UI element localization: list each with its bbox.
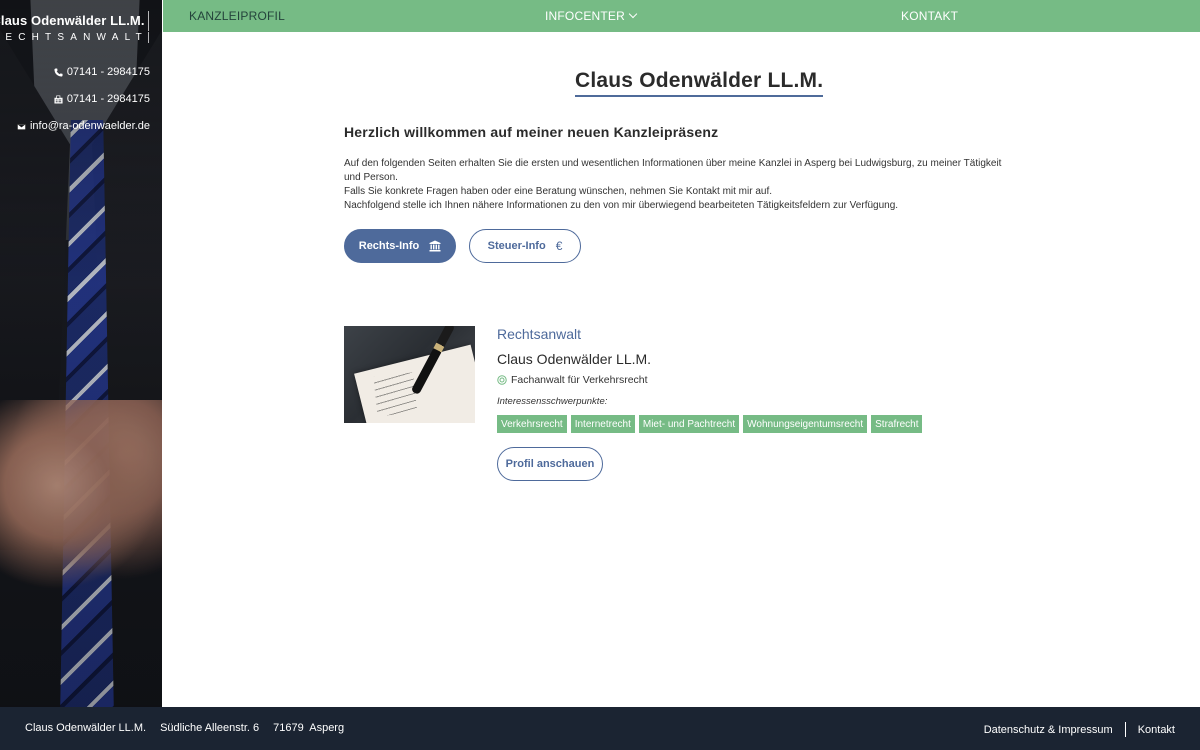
nav-kontakt[interactable]: KONTAKT xyxy=(901,9,958,23)
intro-paragraph-2: Falls Sie konkrete Fragen haben oder ein… xyxy=(344,186,773,197)
rechts-info-button[interactable]: Rechts-Info xyxy=(344,229,456,263)
main-content: Claus Odenwälder LL.M. Herzlich willkomm… xyxy=(163,32,1200,707)
tag-wohnungseigentumsrecht[interactable]: Wohnungseigentumsrecht xyxy=(743,415,868,433)
footer: Claus Odenwälder LL.M. Südliche Alleenst… xyxy=(0,707,1200,750)
intro-paragraph-1: Auf den folgenden Seiten erhalten Sie di… xyxy=(344,158,1002,183)
nav-kanzleiprofil[interactable]: KANZLEIPROFIL xyxy=(189,9,285,23)
chevron-down-icon xyxy=(628,9,638,19)
email-contact[interactable]: info@ra-odenwaelder.de xyxy=(17,120,150,132)
phone-icon xyxy=(54,67,63,77)
tag-strafrecht[interactable]: Strafrecht xyxy=(871,415,923,433)
page-title: Claus Odenwälder LL.M. xyxy=(575,69,824,97)
tag-internetrecht[interactable]: Internetrecht xyxy=(570,415,635,433)
award-icon xyxy=(497,375,507,385)
phone-number: 07141 - 2984175 xyxy=(66,66,150,78)
rechts-info-label: Rechts-Info xyxy=(358,240,420,252)
sidebar-background-shade xyxy=(0,0,162,707)
interest-tags: Verkehrsrecht Internetrecht Miet- und Pa… xyxy=(497,415,923,433)
profile-image-writing xyxy=(373,372,418,417)
steuer-info-button[interactable]: Steuer-Info € xyxy=(469,229,581,263)
profile-name: Claus Odenwälder LL.M. xyxy=(497,351,652,367)
profile-image[interactable] xyxy=(344,326,475,423)
brand-logo[interactable]: Claus Odenwälder LL.M. RECHTSANWALT xyxy=(0,11,149,43)
footer-divider xyxy=(1124,722,1126,737)
footer-links: Datenschutz & Impressum Kontakt xyxy=(984,722,1175,737)
fax-icon xyxy=(54,94,63,104)
top-navigation: KANZLEIPROFIL INFOCENTER KONTAKT xyxy=(163,0,1200,32)
brand-name: Claus Odenwälder LL.M. xyxy=(0,11,149,31)
profile-view-button[interactable]: Profil anschauen xyxy=(497,447,603,481)
steuer-info-label: Steuer-Info xyxy=(487,240,546,252)
welcome-heading: Herzlich willkommen auf meiner neuen Kan… xyxy=(344,124,719,140)
profile-specialty-label: Fachanwalt für Verkehrsrecht xyxy=(511,374,648,386)
profile-specialty: Fachanwalt für Verkehrsrecht xyxy=(497,374,648,386)
footer-street: Südliche Alleenstr. 6 xyxy=(160,722,260,734)
mail-icon xyxy=(17,122,26,130)
footer-address: Claus Odenwälder LL.M. Südliche Alleenst… xyxy=(25,722,344,734)
tag-miet-und-pachtrecht[interactable]: Miet- und Pachtrecht xyxy=(638,415,740,433)
interests-label: Interessensschwerpunkte: xyxy=(497,396,608,407)
footer-link-kontakt[interactable]: Kontakt xyxy=(1138,724,1175,736)
footer-name: Claus Odenwälder LL.M. xyxy=(25,722,147,734)
nav-infocenter[interactable]: INFOCENTER xyxy=(545,9,638,23)
sidebar: Claus Odenwälder LL.M. RECHTSANWALT 0714… xyxy=(0,0,162,707)
euro-icon: € xyxy=(555,239,563,253)
brand-subtitle: RECHTSANWALT xyxy=(0,32,149,43)
email-address: info@ra-odenwaelder.de xyxy=(29,120,150,132)
profile-role: Rechtsanwalt xyxy=(497,326,582,342)
tag-verkehrsrecht[interactable]: Verkehrsrecht xyxy=(497,415,567,433)
nav-infocenter-label: INFOCENTER xyxy=(545,9,625,23)
fax-number: 07141 - 2984175 xyxy=(66,93,150,105)
fax-contact[interactable]: 07141 - 2984175 xyxy=(54,93,150,105)
footer-link-datenschutz[interactable]: Datenschutz & Impressum xyxy=(984,724,1113,736)
intro-paragraph-3: Nachfolgend stelle ich Ihnen nähere Info… xyxy=(344,200,899,211)
footer-city: 71679 Asperg xyxy=(273,722,345,734)
intro-text: Auf den folgenden Seiten erhalten Sie di… xyxy=(344,157,1009,213)
phone-contact[interactable]: 07141 - 2984175 xyxy=(54,66,150,78)
bank-icon xyxy=(429,240,441,252)
